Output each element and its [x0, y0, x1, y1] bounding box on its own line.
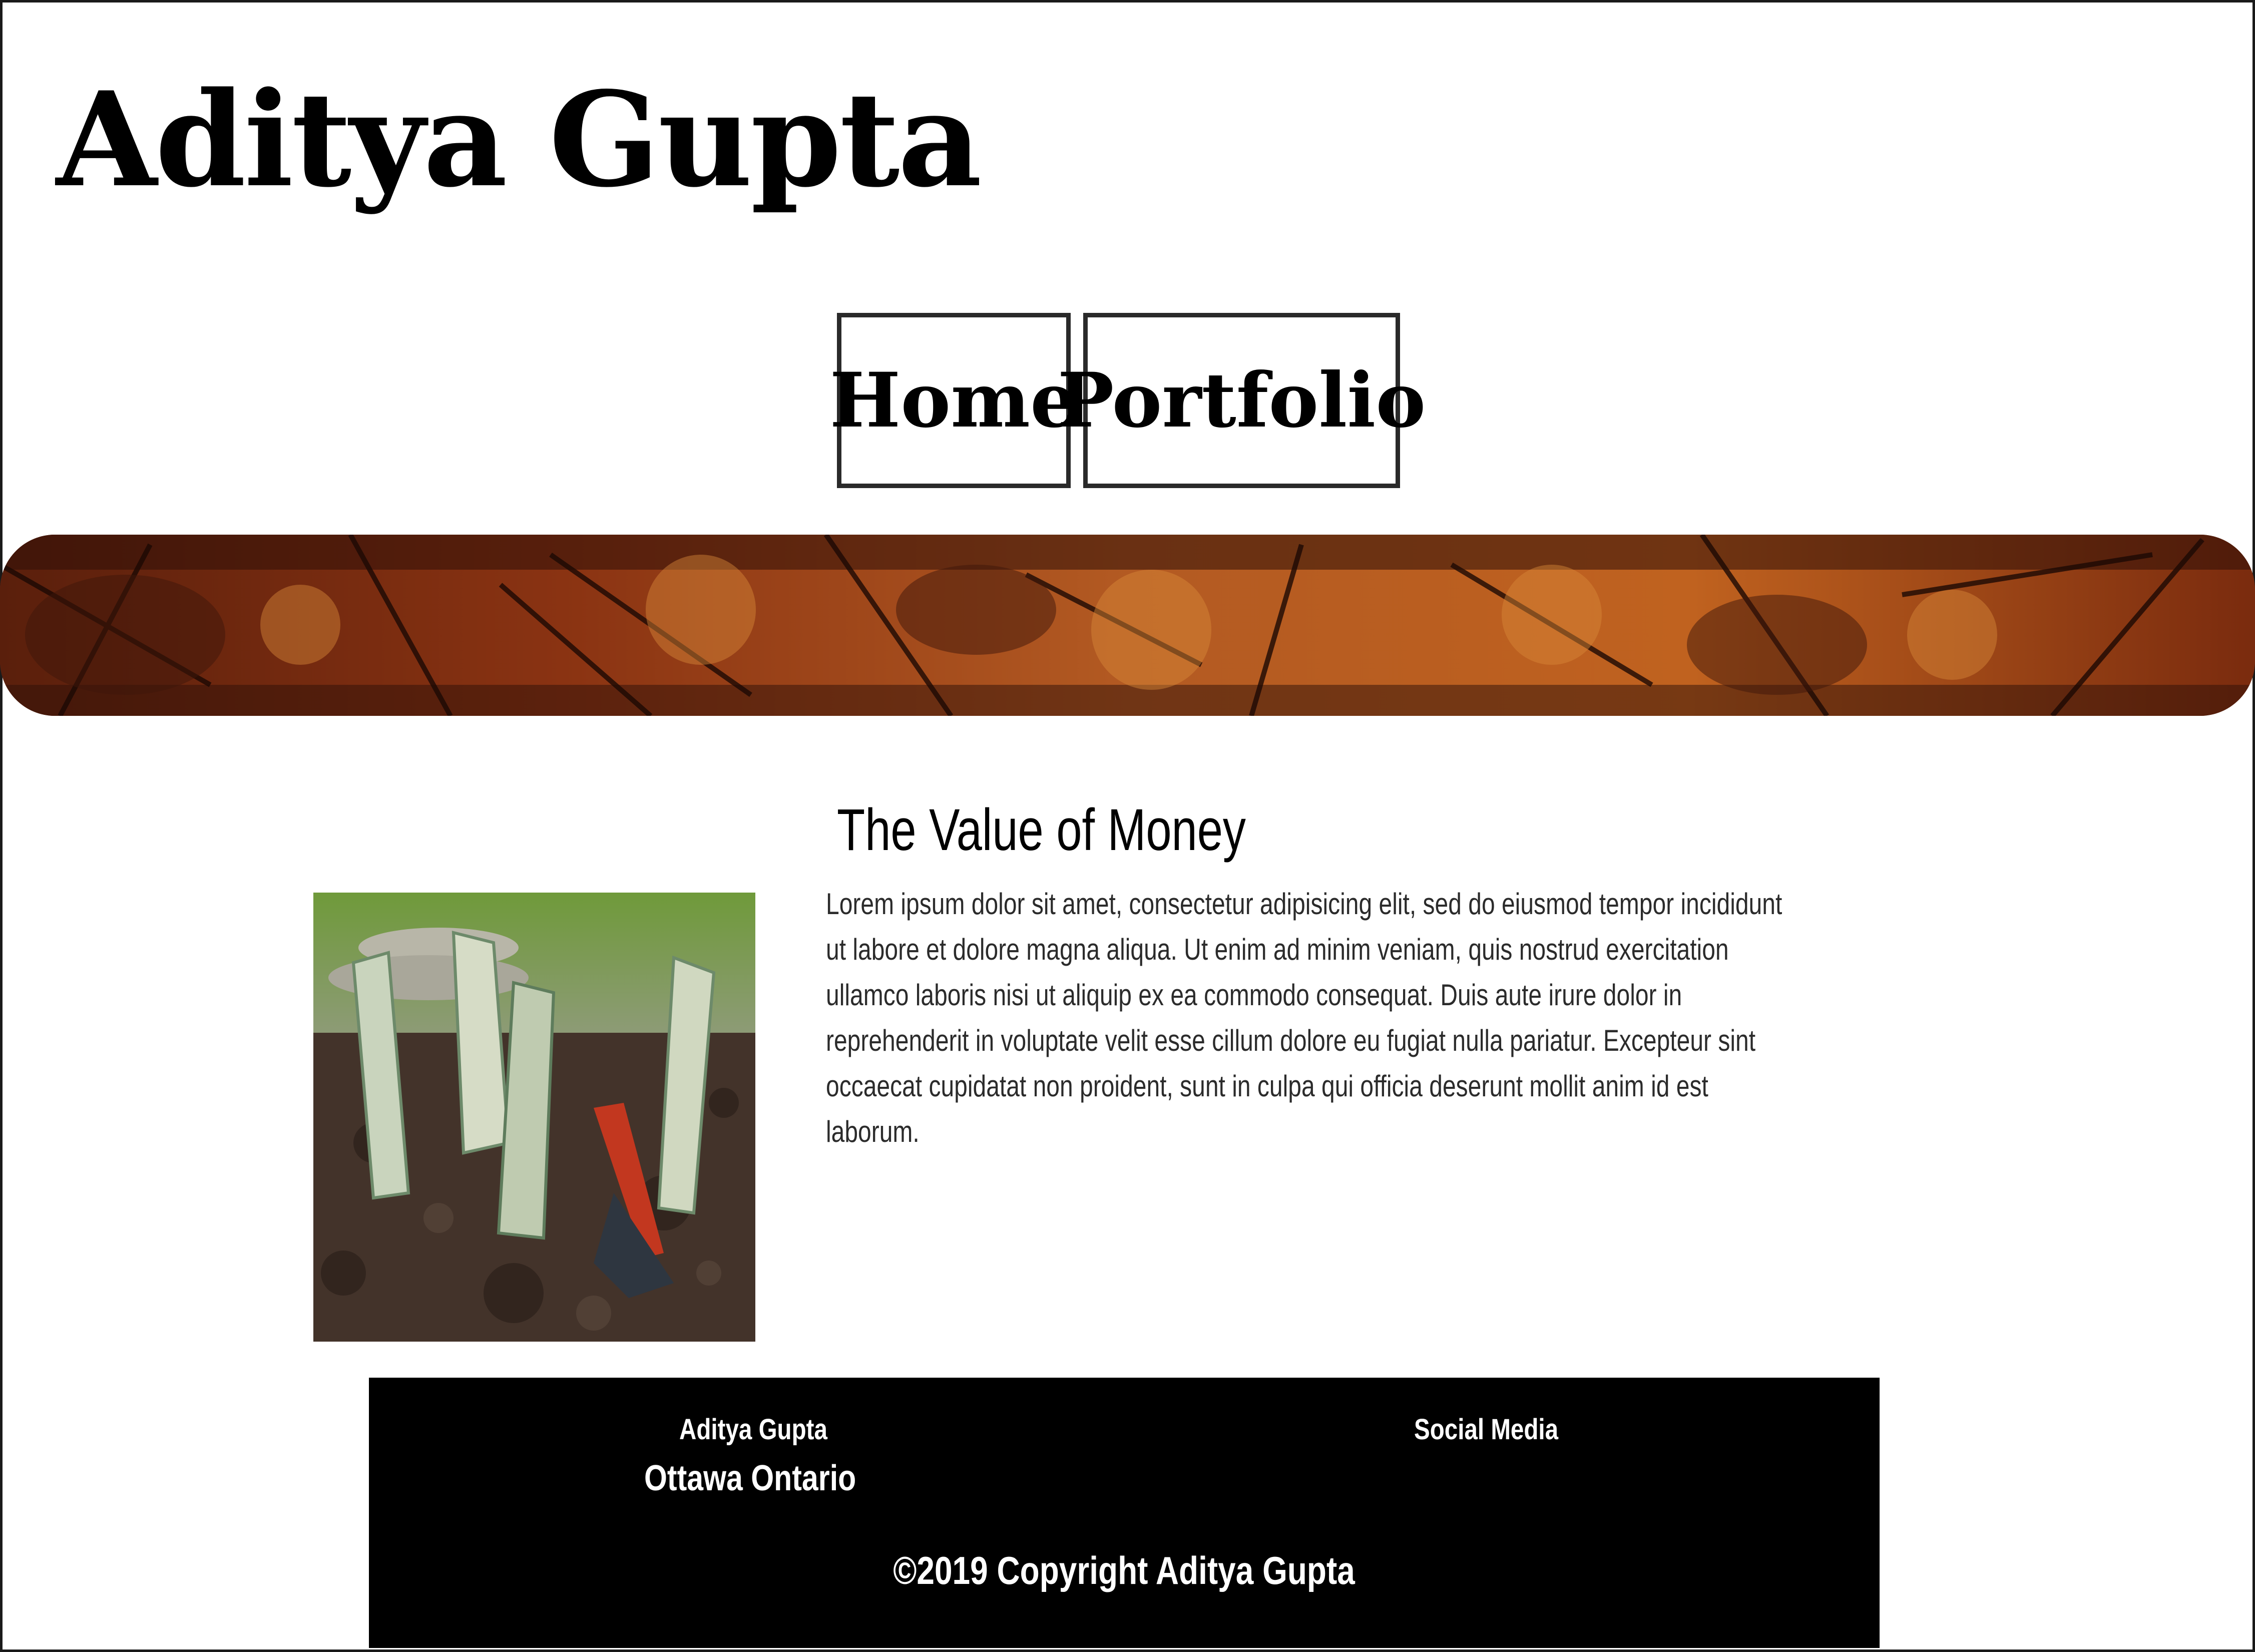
footer-social-media-link[interactable]: Social Media — [1414, 1413, 1590, 1446]
footer-name: Aditya Gupta — [679, 1413, 827, 1446]
money-plant-image — [313, 893, 755, 1342]
nav-portfolio-button[interactable]: Portfolio — [1058, 313, 1426, 488]
nav-home-button[interactable]: Home — [830, 313, 1078, 488]
site-title: Aditya Gupta — [56, 64, 982, 216]
footer-copyright: ©2019 Copyright Aditya Gupta — [893, 1548, 1356, 1592]
footer-location: Ottawa Ontario — [644, 1458, 856, 1498]
site-footer: Aditya Gupta Ottawa Ontario Social Media… — [369, 1378, 1880, 1648]
hero-banner-image — [0, 535, 2255, 716]
article-title: The Value of Money — [837, 797, 1246, 863]
article-body: Lorem ipsum dolor sit amet, consectetur … — [826, 887, 1782, 1148]
